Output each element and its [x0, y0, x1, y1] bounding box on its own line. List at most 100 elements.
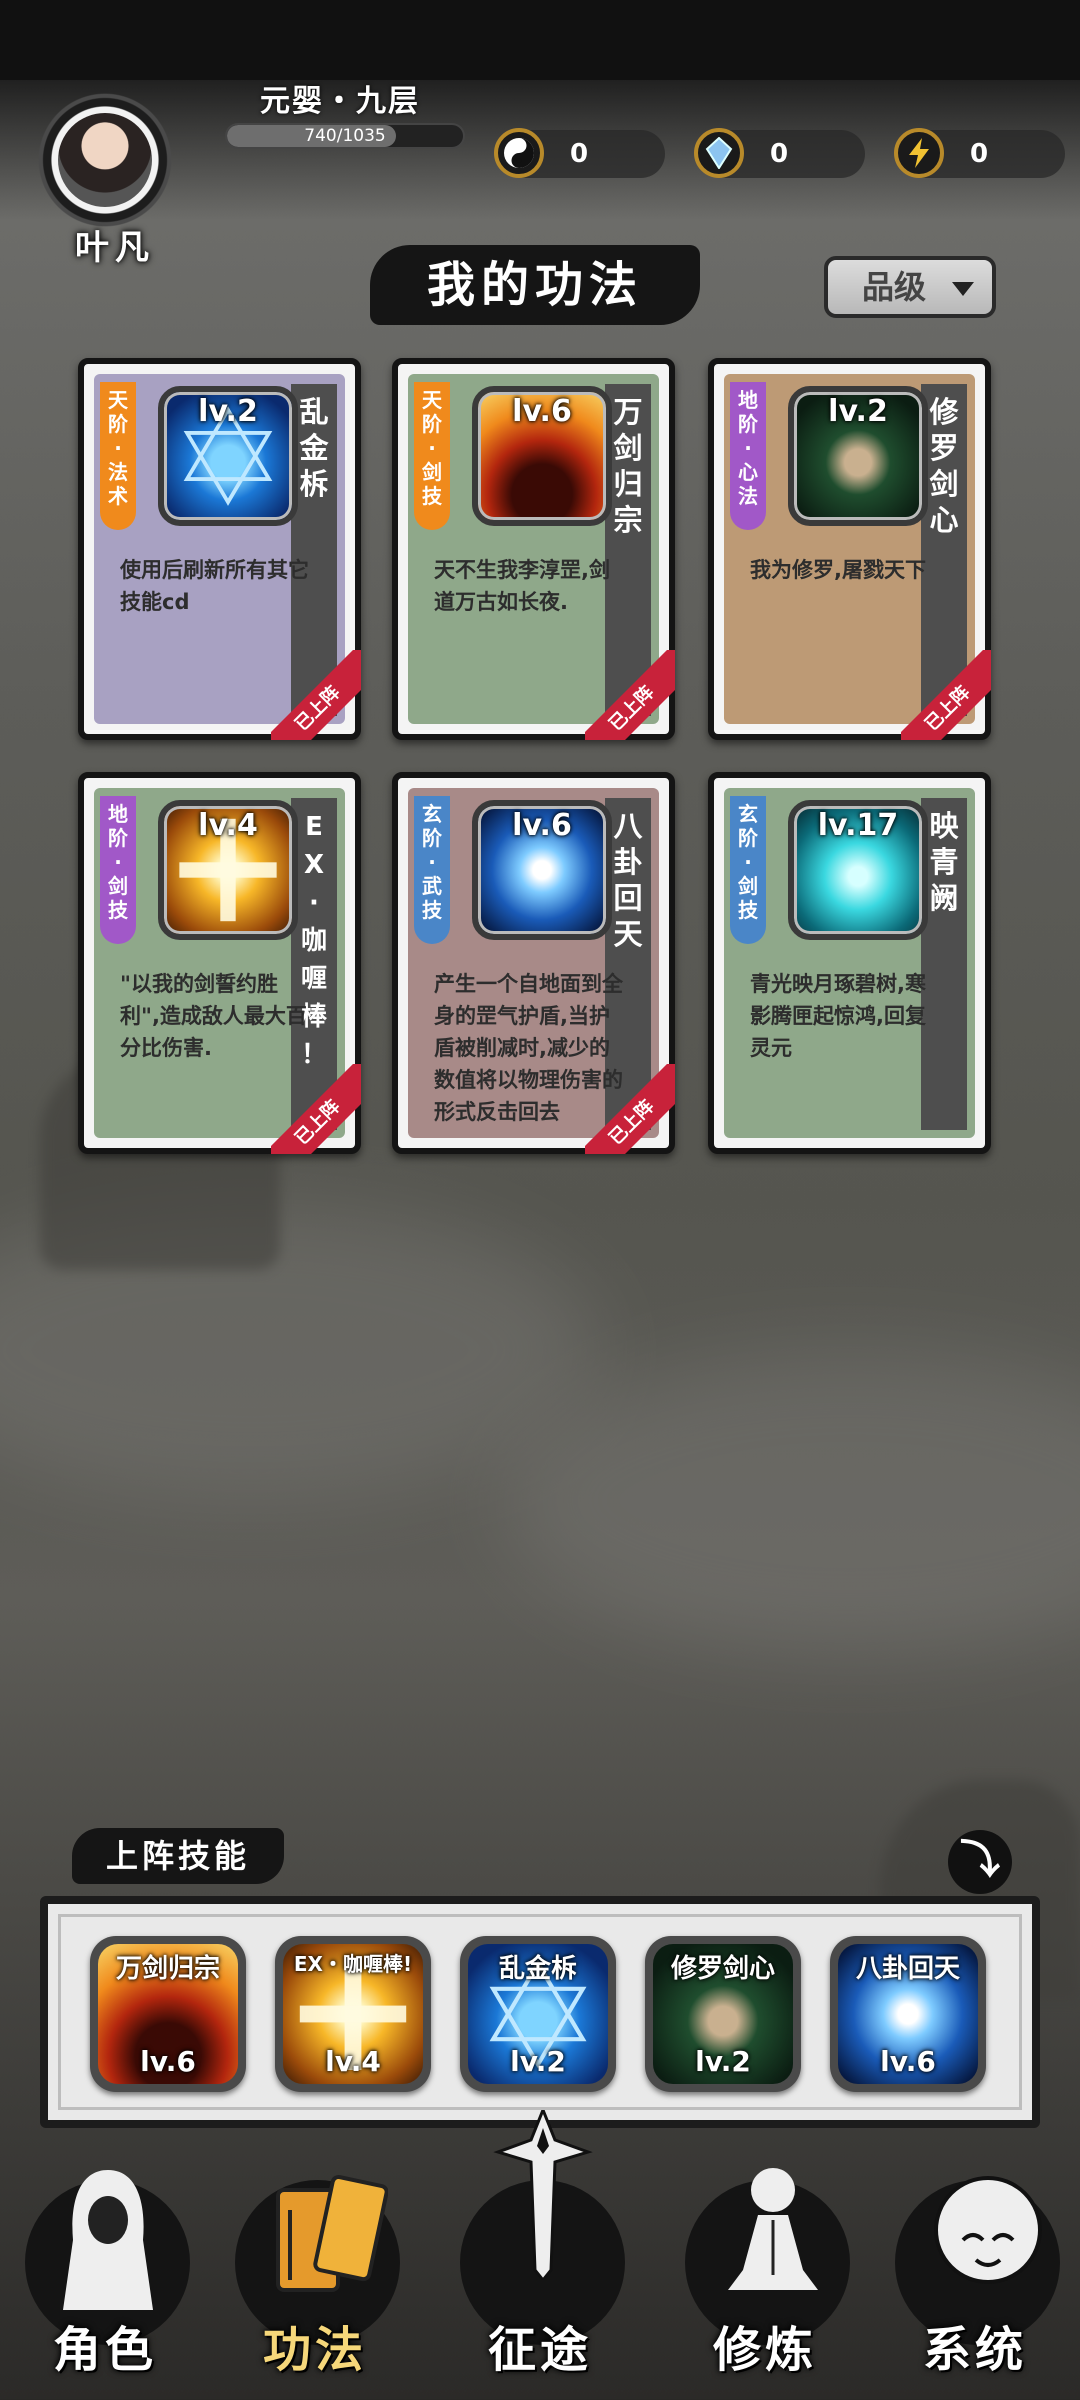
skill-tier-char: 天	[422, 388, 442, 412]
skill-tier-char: 天	[108, 388, 128, 412]
golden-cross-icon: lv.4	[158, 800, 298, 940]
skill-book-icon	[268, 2160, 389, 2310]
skill-card-body: 玄阶 · 剑技映青阙 lv.17 青光映月琢碧树,寒影腾匣起惊鸿,回复灵元	[724, 788, 975, 1138]
skill-tier-char: 剑	[108, 874, 128, 898]
skill-card[interactable]: 地阶 · 心法修罗剑心 lv.2 我为修罗,屠戮天下 已上阵	[708, 358, 991, 740]
deployed-skill-slot[interactable]: 修罗剑心 lv.2	[645, 1936, 801, 2092]
equipped-badge-label: 已上阵	[271, 1064, 361, 1154]
energy-orb-icon: 八卦回天 lv.6	[838, 1944, 978, 2084]
skill-level: lv.17	[817, 808, 899, 843]
skill-tier-char: 武	[422, 874, 442, 898]
skill-level: lv.6	[512, 808, 572, 843]
skill-card[interactable]: 地阶 · 剑技 E X · 咖喱棒！ lv.4 "以我的剑誓约胜利",造成敌人最大百分比伤害. 已…	[78, 772, 361, 1154]
exp-progress-text: 740/1035	[304, 126, 386, 146]
cyan-vortex-icon: lv.17	[788, 800, 928, 940]
skill-tier-char: ·	[114, 436, 122, 460]
skill-name-char: 咖	[300, 926, 327, 956]
currency-yin-yang[interactable]: 0	[494, 128, 665, 178]
nav-item-label: 系统	[922, 2322, 1027, 2378]
skill-tier-char: 术	[108, 484, 128, 508]
equipped-badge-label: 已上阵	[901, 650, 991, 740]
currency-value: 0	[770, 139, 789, 169]
skill-level: lv.4	[198, 808, 258, 843]
equipped-badge: 已上阵	[271, 650, 361, 740]
skill-tier-tag: 玄阶 · 剑技	[730, 796, 766, 944]
skill-tier-char: ·	[428, 850, 436, 874]
skill-tier-char: ·	[744, 436, 752, 460]
nav-item-label: 征途	[487, 2322, 592, 2378]
sort-dropdown[interactable]: 品级	[824, 256, 996, 318]
currency-energy[interactable]: 0	[894, 128, 1065, 178]
skill-tier-char: 法	[108, 460, 128, 484]
deployed-skill-name: 八卦回天	[855, 1954, 960, 1984]
skill-level: lv.6	[512, 394, 572, 429]
skill-description: 天不生我李淳罡,剑道万古如长夜.	[434, 558, 610, 614]
skill-tier-tag: 天阶 · 法术	[100, 382, 136, 530]
skill-tier-char: ·	[114, 850, 122, 874]
bottom-navigation: 角色 功法 征途 修炼 系统	[0, 2105, 1080, 2400]
nav-item-label: 角色	[52, 2322, 157, 2378]
skill-name-char: 宗	[613, 503, 643, 537]
hexagram-icon: 乱金柝 lv.2	[468, 1944, 608, 2084]
skill-description: 我为修罗,屠戮天下	[750, 558, 926, 582]
skill-tier-tag: 地阶 · 心法	[730, 382, 766, 530]
skill-level: lv.2	[198, 394, 258, 429]
skill-tier-char: 阶	[422, 826, 442, 850]
skill-description: "以我的剑誓约胜利",造成敌人最大百分比伤害.	[120, 972, 307, 1060]
skill-tier-char: 地	[738, 388, 758, 412]
hooded-warrior-icon: 修罗剑心 lv.2	[653, 1944, 793, 2084]
character-icon	[58, 2160, 158, 2310]
deployed-skill-level: lv.4	[325, 2045, 381, 2078]
skill-card[interactable]: 天阶 · 剑技万剑归宗 lv.6 天不生我李淳罡,剑道万古如长夜. 已上阵	[392, 358, 675, 740]
sort-dropdown-label: 品级	[862, 268, 927, 306]
meditation-icon	[718, 2160, 818, 2310]
nav-item-label: 修炼	[712, 2322, 817, 2378]
energy-orb-icon: lv.6	[472, 800, 612, 940]
skill-tier-tag: 玄阶 · 武技	[414, 796, 450, 944]
deployed-skill-name: EX・咖喱棒!	[293, 1952, 413, 1976]
deployed-skill-level: lv.2	[510, 2045, 566, 2078]
deployed-skills-title: 上阵技能	[72, 1828, 284, 1884]
equipped-badge-label: 已上阵	[585, 650, 675, 740]
journey-sword-icon	[493, 2105, 593, 2283]
avatar-portrait	[58, 113, 152, 207]
skill-tier-char: 剑	[422, 460, 442, 484]
cultivation-realm: 元婴・九层	[260, 84, 420, 119]
deployed-skill-slot[interactable]: EX・咖喱棒! lv.4	[275, 1936, 431, 2092]
skill-card[interactable]: 天阶 · 法术乱金柝 lv.2 使用后刷新所有其它技能cd 已上阵	[78, 358, 361, 740]
player-avatar[interactable]	[30, 85, 180, 235]
nav-item-2[interactable]: 征途	[445, 2105, 635, 2400]
skill-tier-char: 技	[738, 898, 758, 922]
hooded-warrior-icon: lv.2	[788, 386, 928, 526]
equipped-badge-label: 已上阵	[585, 1064, 675, 1154]
skill-name-char: 天	[613, 917, 643, 951]
skill-tier-char: 阶	[108, 412, 128, 436]
equipped-badge-label: 已上阵	[271, 650, 361, 740]
skill-tier-char: 阶	[108, 826, 128, 850]
skill-tier-char: 法	[738, 484, 758, 508]
nav-item-0[interactable]: 角色	[10, 2120, 200, 2400]
hexagram-icon: lv.2	[158, 386, 298, 526]
skill-tier-char: ·	[744, 850, 752, 874]
status-bar	[0, 0, 1080, 80]
nav-item-3[interactable]: 修炼	[670, 2120, 860, 2400]
skill-tier-char: 心	[738, 460, 758, 484]
currency-value: 0	[970, 139, 989, 169]
skill-card[interactable]: 玄阶 · 武技八卦回天 lv.6 产生一个自地面到全身的罡气护盾,当护盾被削减时,减少的…	[392, 772, 675, 1154]
nav-item-1[interactable]: 功法	[220, 2120, 410, 2400]
skill-tier-char: 技	[422, 484, 442, 508]
skill-level: lv.2	[828, 394, 888, 429]
skill-tier-char: 阶	[738, 826, 758, 850]
skill-tier-char: 技	[422, 898, 442, 922]
volcano-sword-icon: 万剑归宗 lv.6	[98, 1944, 238, 2084]
skill-description: 青光映月琢碧树,寒影腾匣起惊鸿,回复灵元	[750, 972, 926, 1060]
page-title: 我的功法	[370, 245, 700, 325]
deployed-skill-slot[interactable]: 乱金柝 lv.2	[460, 1936, 616, 2092]
currency-crystal[interactable]: 0	[694, 128, 865, 178]
skill-tier-tag: 地阶 · 剑技	[100, 796, 136, 944]
deployed-skill-slot[interactable]: 八卦回天 lv.6	[830, 1936, 986, 2092]
nav-item-4[interactable]: 系统	[880, 2120, 1070, 2400]
arrow-down-icon[interactable]: ⤵	[948, 1830, 1012, 1894]
skill-card[interactable]: 玄阶 · 剑技映青阙 lv.17 青光映月琢碧树,寒影腾匣起惊鸿,回复灵元	[708, 772, 991, 1154]
deployed-skill-slot[interactable]: 万剑归宗 lv.6	[90, 1936, 246, 2092]
